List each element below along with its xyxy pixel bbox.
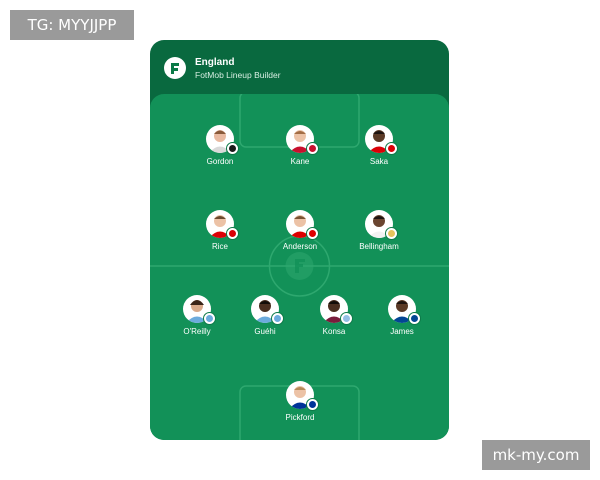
club-color: [309, 230, 316, 237]
player-name: James: [390, 327, 414, 336]
watermark-bottom-right: mk-my.com: [482, 440, 590, 470]
player-name: Gordon: [206, 157, 234, 166]
card-header: England FotMob Lineup Builder: [150, 40, 449, 94]
lineup-card: England FotMob Lineup Builder Gordon Kan…: [150, 40, 449, 440]
club-color: [206, 315, 213, 322]
club-color: [388, 230, 395, 237]
player-name: Konsa: [322, 327, 346, 336]
club-color: [388, 145, 395, 152]
watermark-top-left: TG: MYYJJPP: [10, 10, 134, 40]
club-badge-icon: [306, 398, 319, 411]
club-badge-icon: [306, 142, 319, 155]
club-color: [309, 401, 316, 408]
player-name: Kane: [290, 157, 310, 166]
club-badge-icon: [203, 312, 216, 325]
club-badge-icon: [385, 142, 398, 155]
club-badge-icon: [306, 227, 319, 240]
player-name: Rice: [211, 242, 228, 251]
club-color: [411, 315, 418, 322]
club-color: [229, 145, 236, 152]
club-badge-icon: [408, 312, 421, 325]
player-name: Anderson: [282, 242, 318, 251]
club-badge-icon: [226, 142, 239, 155]
player-name: Pickford: [285, 413, 315, 422]
player-name: Guéhi: [254, 327, 276, 336]
club-badge-icon: [271, 312, 284, 325]
fotmob-logo-icon: [164, 57, 186, 79]
team-name: England: [195, 57, 235, 68]
pitch: Gordon Kane Saka Rice Anderson Bellingha…: [150, 94, 449, 440]
club-color: [274, 315, 281, 322]
player-name: O'Reilly: [183, 327, 211, 336]
club-color: [343, 315, 350, 322]
player-name: Bellingham: [359, 242, 399, 251]
player-name: Saka: [369, 157, 389, 166]
app-subtitle: FotMob Lineup Builder: [195, 70, 281, 80]
club-color: [229, 230, 236, 237]
club-badge-icon: [385, 227, 398, 240]
club-badge-icon: [340, 312, 353, 325]
club-badge-icon: [226, 227, 239, 240]
club-color: [309, 145, 316, 152]
